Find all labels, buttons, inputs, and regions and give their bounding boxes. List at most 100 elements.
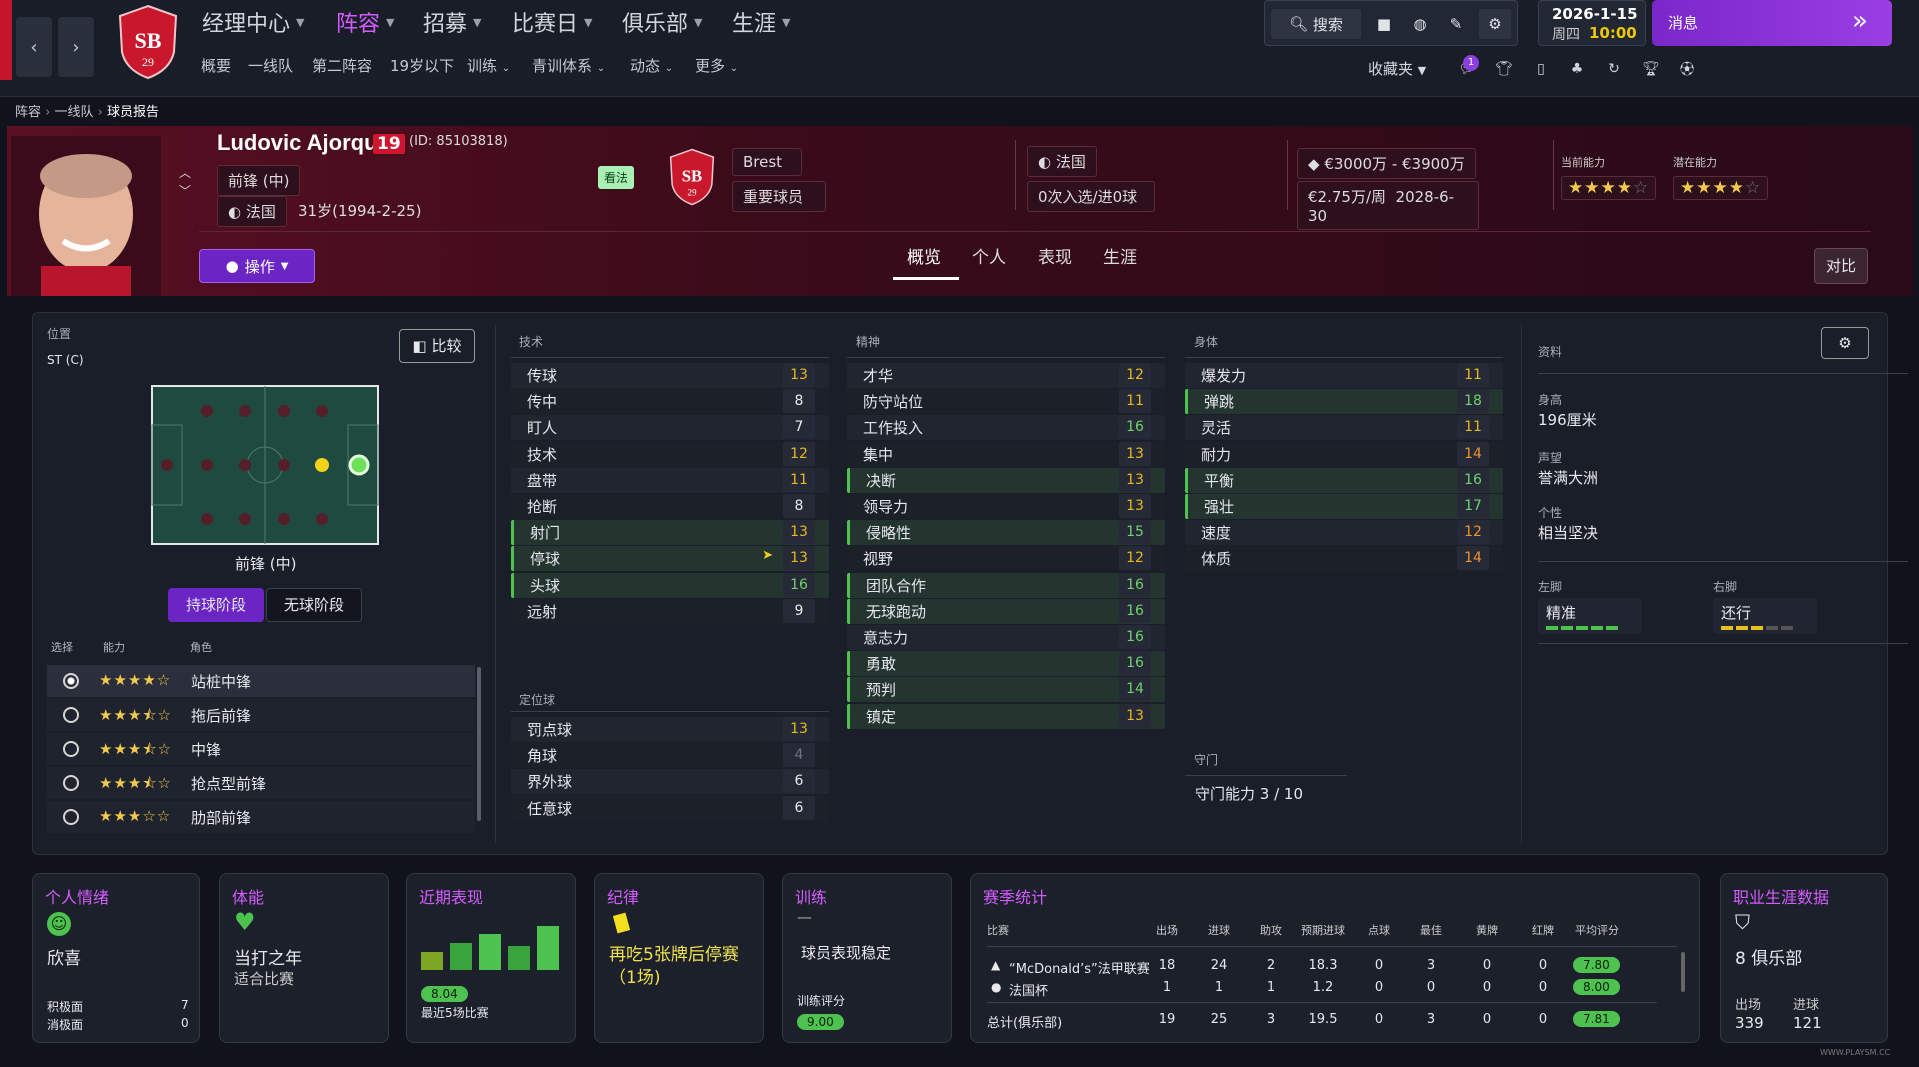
role-item[interactable]: ★★★⯪☆ 中锋 xyxy=(47,733,475,765)
subnav-training[interactable]: 训练 ⌄ xyxy=(467,55,510,76)
tab-overview[interactable]: 概览 xyxy=(907,243,941,268)
role-item[interactable]: ★★★⯪☆ 拖后前锋 xyxy=(47,699,475,731)
attribute-row[interactable]: 抢断 8 xyxy=(511,494,829,519)
attribute-row[interactable]: 头球 16 xyxy=(511,572,829,598)
attribute-row[interactable]: 无球跑动 16 xyxy=(847,598,1165,624)
favorites-button[interactable]: 收藏夹 ▼ xyxy=(1368,58,1426,79)
subnav-reserves[interactable]: 第二阵容 xyxy=(312,55,372,76)
trophy-icon[interactable]: 🏆︎ xyxy=(1640,58,1662,80)
radio-button[interactable] xyxy=(63,707,79,723)
attribute-row[interactable]: 盯人 7 xyxy=(511,415,829,441)
subnav-first-team[interactable]: 一线队 xyxy=(248,55,293,76)
nav-recruitment[interactable]: 招募 ▼ xyxy=(423,6,481,38)
attribute-row[interactable]: 决断 13 xyxy=(847,467,1165,493)
attribute-row[interactable]: 团队合作 16 xyxy=(847,572,1165,598)
nav-matchday[interactable]: 比赛日 ▼ xyxy=(512,6,592,38)
attribute-row[interactable]: 弹跳 18 xyxy=(1185,389,1503,415)
radio-button[interactable] xyxy=(63,741,79,757)
season-competition[interactable]: “McDonald’s”法甲联赛 xyxy=(1009,958,1150,977)
attribute-row[interactable]: 远射 9 xyxy=(511,598,829,624)
season-competition[interactable]: 法国杯 xyxy=(1009,980,1048,999)
pen-icon[interactable]: ✎ xyxy=(1441,9,1471,39)
tab-performance[interactable]: 表现 xyxy=(1038,243,1072,268)
fitness-card[interactable]: 体能 ♥ 当打之年 适合比赛 xyxy=(219,873,389,1043)
attribute-row[interactable]: 镇定 13 xyxy=(847,703,1165,729)
in-possession-tab[interactable]: 持球阶段 xyxy=(168,588,264,622)
attribute-row[interactable]: 意志力 16 xyxy=(847,625,1165,650)
player-club[interactable]: Brest xyxy=(732,148,802,176)
scrollbar[interactable] xyxy=(477,667,481,821)
attribute-row[interactable]: 集中 13 xyxy=(847,441,1165,467)
attribute-row[interactable]: 视野 12 xyxy=(847,546,1165,572)
nav-squad[interactable]: 阵容 ▼ xyxy=(336,6,394,38)
attribute-row[interactable]: 工作投入 16 xyxy=(847,415,1165,441)
compare-button[interactable]: 对比 xyxy=(1814,248,1868,284)
attribute-row[interactable]: 预判 14 xyxy=(847,677,1165,703)
nav-manager-center[interactable]: 经理中心 ▼ xyxy=(202,6,304,38)
attribute-row[interactable]: 侵略性 15 xyxy=(847,520,1165,546)
role-item[interactable]: ★★★⯪☆ 抢点型前锋 xyxy=(47,767,475,799)
attribute-row[interactable]: 角球 4 xyxy=(511,743,829,769)
career-card[interactable]: 职业生涯数据 ⛉ 8 俱乐部 出场 339 进球 121 xyxy=(1720,873,1888,1043)
attribute-row[interactable]: 技术 12 xyxy=(511,441,829,467)
attribute-row[interactable]: 爆发力 11 xyxy=(1185,363,1503,388)
settings-button[interactable]: ⚙ xyxy=(1821,327,1869,359)
globe-icon[interactable]: ◍ xyxy=(1405,9,1435,39)
nav-career[interactable]: 生涯 ▼ xyxy=(732,6,790,38)
prev-player-icon[interactable]: ︿ xyxy=(179,164,191,181)
tab-personal[interactable]: 个人 xyxy=(972,243,1006,268)
forward-button[interactable]: › xyxy=(58,17,94,77)
people-icon[interactable]: ♣ xyxy=(1566,58,1588,80)
messages-button[interactable]: 消息 » xyxy=(1652,0,1892,46)
attribute-row[interactable]: 盘带 11 xyxy=(511,467,829,493)
next-player-icon[interactable]: ﹀ xyxy=(179,182,191,199)
attribute-row[interactable]: 界外球 6 xyxy=(511,769,829,795)
player-nation[interactable]: ◐ 法国 xyxy=(217,196,287,227)
nav-club[interactable]: 俱乐部 ▼ xyxy=(622,6,702,38)
attribute-row[interactable]: 传球 13 xyxy=(511,363,829,388)
club-crest-icon[interactable]: SB 29 xyxy=(667,148,717,206)
radio-button[interactable] xyxy=(63,775,79,791)
breadcrumb-squad[interactable]: 阵容 xyxy=(15,105,41,120)
attribute-row[interactable]: 停球 13 ➤ xyxy=(511,546,829,572)
attribute-row[interactable]: 勇敢 16 xyxy=(847,651,1165,677)
attribute-row[interactable]: 射门 13 xyxy=(511,520,829,546)
bookmark-icon[interactable]: ■ xyxy=(1369,9,1399,39)
discipline-card[interactable]: 纪律 再吃5张牌后停赛（1场) xyxy=(594,873,764,1043)
football-icon[interactable]: ⚽︎ xyxy=(1676,58,1698,80)
date-display[interactable]: 2026-1-15 周四 10:00 xyxy=(1538,0,1646,46)
attribute-row[interactable]: 罚点球 13 xyxy=(511,717,829,742)
role-item[interactable]: ★★★☆☆ 肋部前锋 xyxy=(47,801,475,833)
opinion-badge[interactable]: 看法 xyxy=(598,166,635,189)
role-item[interactable]: ★★★★☆ 站桩中锋 xyxy=(47,665,475,697)
tab-career[interactable]: 生涯 xyxy=(1103,243,1137,268)
actions-button[interactable]: ● 操作 ▼ xyxy=(199,249,315,283)
search-button[interactable]: 🔍︎ 搜索 xyxy=(1271,9,1361,39)
subnav-youth[interactable]: 青训体系 ⌄ xyxy=(532,55,605,76)
breadcrumb-first-team[interactable]: 一线队 xyxy=(55,105,94,120)
radio-button[interactable] xyxy=(63,809,79,825)
radio-button[interactable] xyxy=(63,673,79,689)
season-stats-card[interactable]: 赛季统计 比赛 出场 进球 助攻 预期进球 点球 最佳 黄牌 红牌 平均评分 “McDonald’s… xyxy=(970,873,1700,1043)
attribute-row[interactable]: 耐力 14 xyxy=(1185,441,1503,467)
scrollbar[interactable] xyxy=(1681,952,1685,992)
subnav-more[interactable]: 更多 ⌄ xyxy=(695,55,738,76)
morale-card[interactable]: 个人情绪 ☺ 欣喜 积极面 7 消极面 0 xyxy=(32,873,200,1043)
subnav-overview[interactable]: 概要 xyxy=(201,55,231,76)
training-card[interactable]: 训练 — 球员表现稳定 训练评分 9.00 xyxy=(782,873,952,1043)
back-button[interactable]: ‹ xyxy=(16,17,52,77)
attribute-row[interactable]: 才华 12 xyxy=(847,363,1165,388)
refresh-icon[interactable]: ↻ xyxy=(1603,58,1625,80)
subnav-u19[interactable]: 19岁以下 xyxy=(390,55,454,76)
out-of-possession-tab[interactable]: 无球阶段 xyxy=(266,588,362,622)
attribute-row[interactable]: 灵活 11 xyxy=(1185,415,1503,441)
attribute-row[interactable]: 防守站位 11 xyxy=(847,389,1165,415)
shirt-icon[interactable]: 👕︎ xyxy=(1493,58,1515,80)
attribute-row[interactable]: 任意球 6 xyxy=(511,795,829,821)
attribute-row[interactable]: 速度 12 xyxy=(1185,520,1503,546)
attribute-row[interactable]: 强壮 17 xyxy=(1185,494,1503,519)
attribute-row[interactable]: 体质 14 xyxy=(1185,546,1503,572)
position-compare-button[interactable]: ◧ 比较 xyxy=(399,329,475,363)
clipboard-icon[interactable]: ▯ xyxy=(1530,58,1552,80)
attribute-row[interactable]: 平衡 16 xyxy=(1185,467,1503,493)
